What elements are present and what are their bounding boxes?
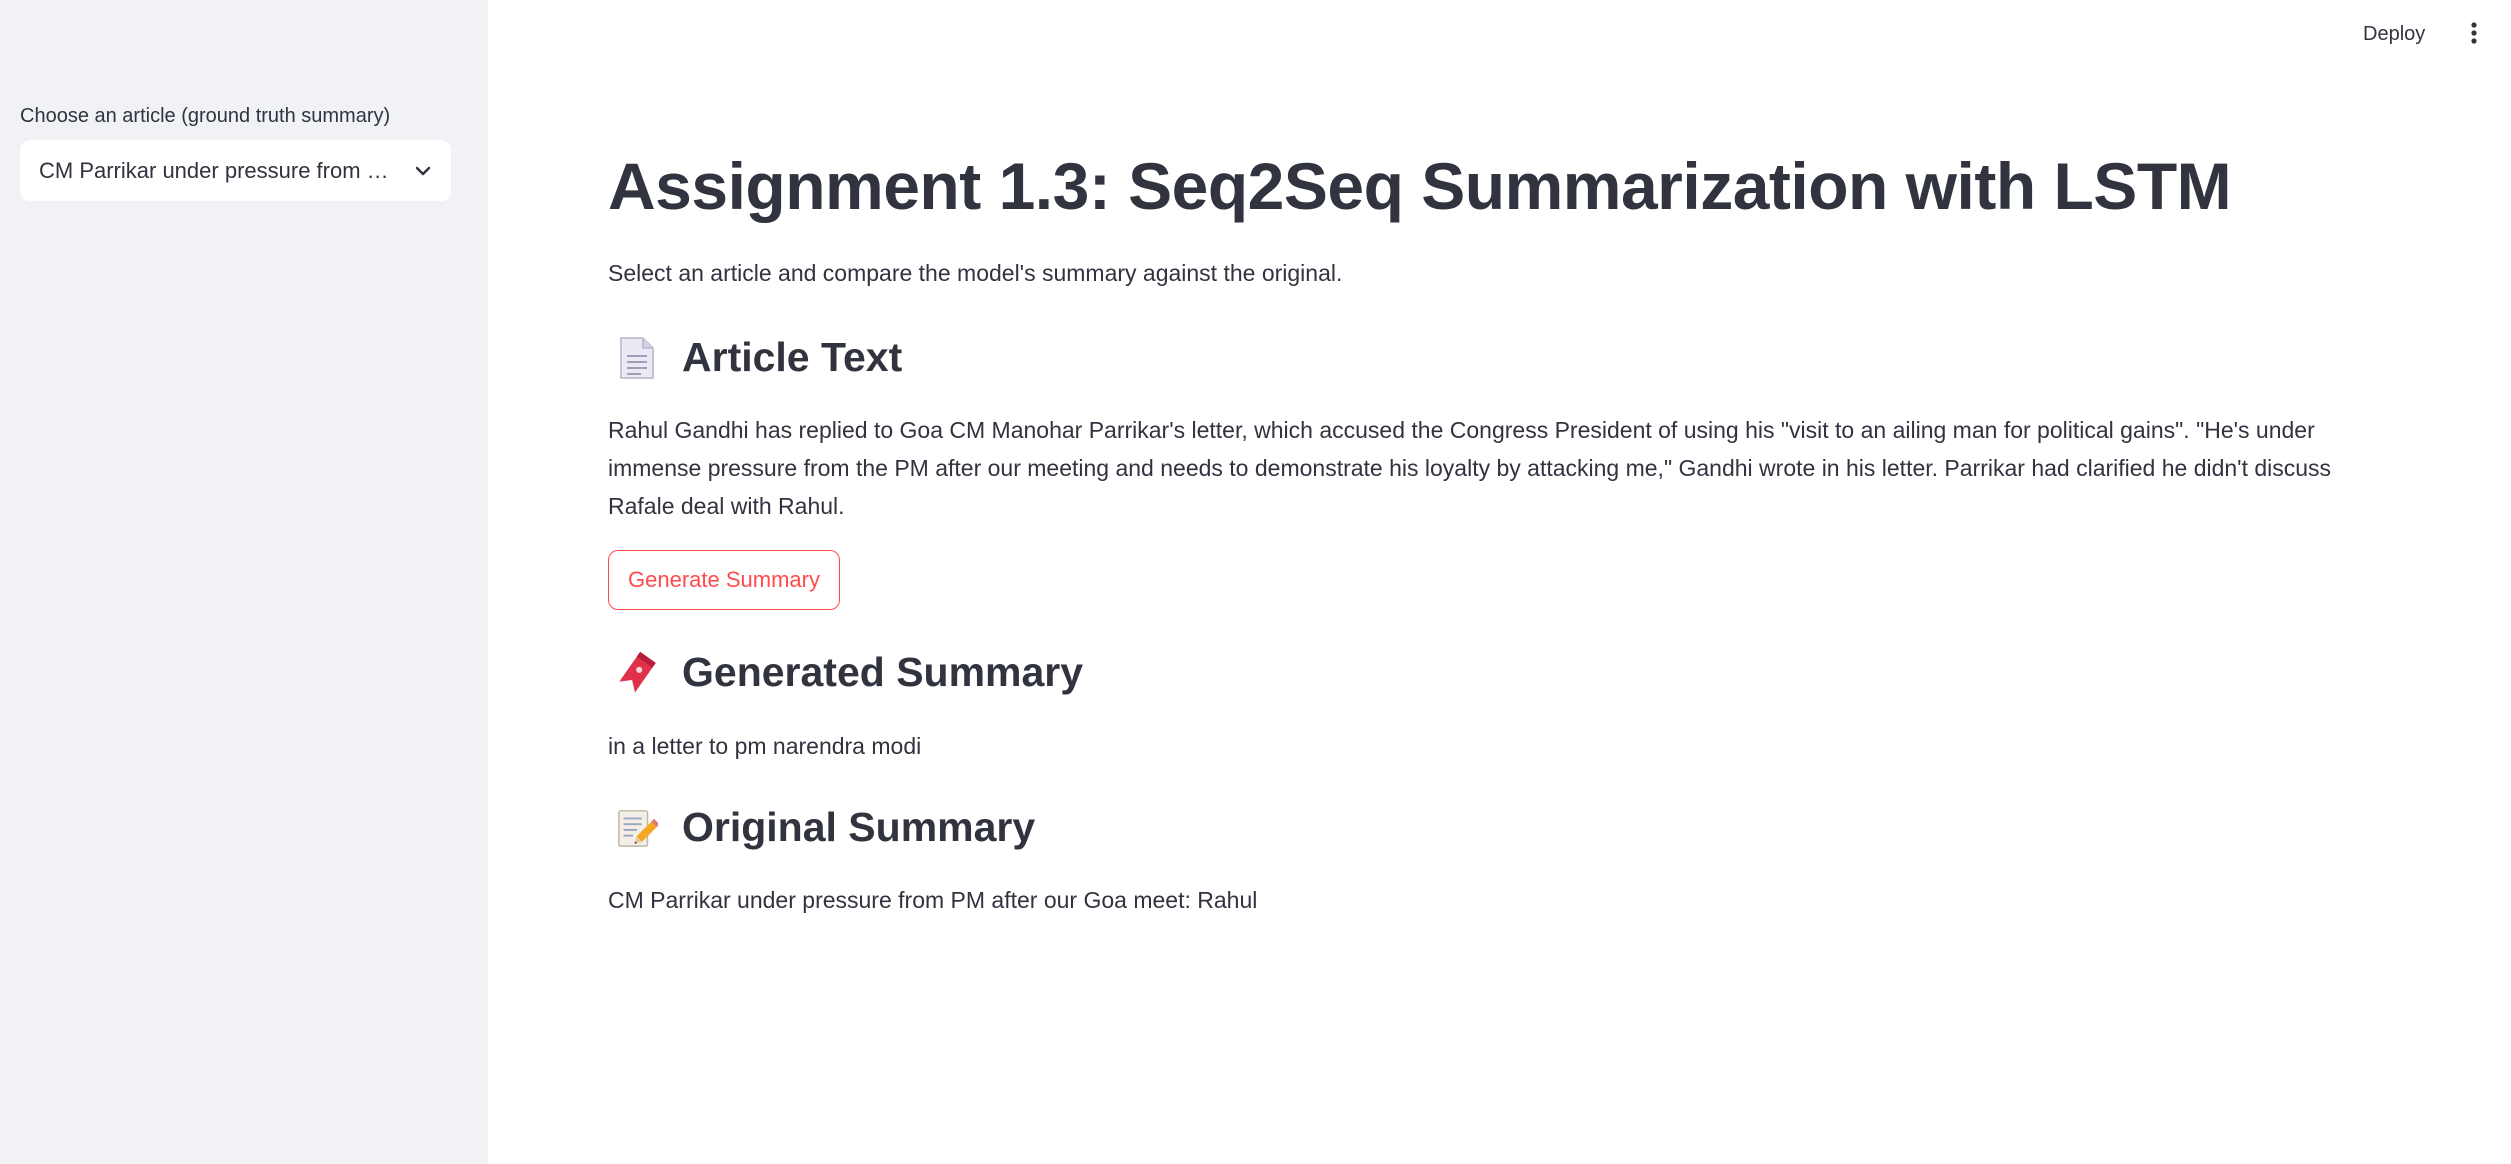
generate-summary-button[interactable]: Generate Summary	[608, 550, 840, 610]
article-text: Rahul Gandhi has replied to Goa CM Manoh…	[608, 417, 2332, 519]
bookmark-icon	[616, 650, 658, 696]
generated-summary-text: in a letter to pm narendra modi	[608, 733, 922, 759]
sidebar: Choose an article (ground truth summary)…	[0, 0, 488, 1164]
article-heading-text: Article Text	[682, 334, 903, 380]
article-select[interactable]: CM Parrikar under pressure from PM after…	[20, 140, 451, 201]
memo-icon	[616, 805, 658, 851]
page-title: Assignment 1.3: Seq2Seq Summarization wi…	[608, 149, 2232, 223]
chevron-down-icon	[411, 159, 435, 183]
generated-summary-heading: Generated Summary	[608, 649, 1083, 696]
original-summary-heading: Original Summary	[608, 804, 1035, 851]
original-summary-heading-text: Original Summary	[682, 804, 1036, 850]
original-summary-text: CM Parrikar under pressure from PM after…	[608, 887, 1258, 913]
kebab-menu-icon[interactable]	[2466, 18, 2482, 48]
article-select-label: Choose an article (ground truth summary)	[20, 105, 391, 127]
generated-summary-heading-text: Generated Summary	[682, 649, 1084, 695]
page-facing-up-icon	[616, 335, 658, 381]
page-subtitle: Select an article and compare the model'…	[608, 260, 1343, 286]
deploy-button[interactable]: Deploy	[2355, 19, 2433, 50]
article-heading: Article Text	[608, 334, 902, 381]
app-root: Choose an article (ground truth summary)…	[0, 0, 2511, 1164]
article-select-value: CM Parrikar under pressure from PM after…	[39, 157, 411, 183]
